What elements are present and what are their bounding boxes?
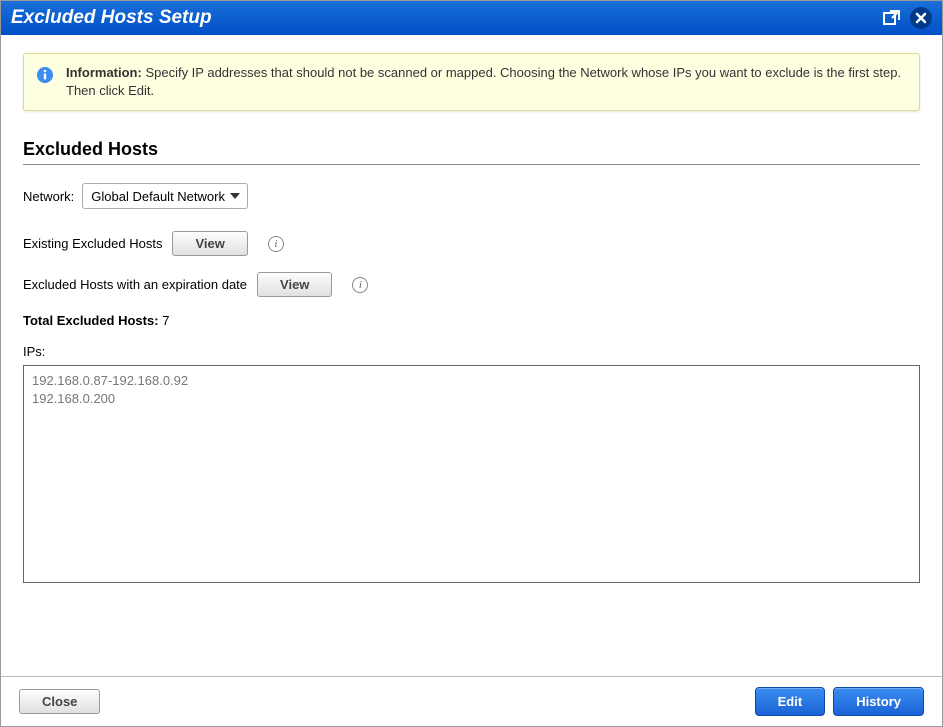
info-body: Specify IP addresses that should not be … — [66, 65, 901, 98]
close-button[interactable]: Close — [19, 689, 100, 714]
view-expiration-button[interactable]: View — [257, 272, 332, 297]
help-icon[interactable]: i — [352, 277, 368, 293]
total-label: Total Excluded Hosts: — [23, 313, 159, 328]
ips-textarea[interactable] — [23, 365, 920, 583]
network-select[interactable]: Global Default Network — [82, 183, 248, 209]
help-icon[interactable]: i — [268, 236, 284, 252]
info-text: Information: Specify IP addresses that s… — [66, 64, 907, 100]
existing-row: Existing Excluded Hosts View i — [23, 231, 920, 256]
network-row: Network: Global Default Network — [23, 183, 920, 209]
footer-right: Edit History — [755, 687, 924, 716]
network-label: Network: — [23, 189, 74, 204]
view-existing-button[interactable]: View — [172, 231, 247, 256]
history-button[interactable]: History — [833, 687, 924, 716]
titlebar: Excluded Hosts Setup — [1, 1, 942, 35]
ips-label: IPs: — [23, 344, 920, 359]
titlebar-actions — [882, 7, 932, 29]
edit-button[interactable]: Edit — [755, 687, 826, 716]
dialog-content: Information: Specify IP addresses that s… — [1, 35, 942, 676]
expiration-label: Excluded Hosts with an expiration date — [23, 277, 247, 292]
info-icon — [36, 64, 54, 87]
popout-icon[interactable] — [882, 8, 902, 28]
close-icon[interactable] — [910, 7, 932, 29]
section-heading: Excluded Hosts — [23, 139, 920, 165]
dialog-footer: Close Edit History — [1, 676, 942, 726]
info-label: Information: — [66, 65, 142, 80]
expiration-row: Excluded Hosts with an expiration date V… — [23, 272, 920, 297]
existing-label: Existing Excluded Hosts — [23, 236, 162, 251]
dialog-title: Excluded Hosts Setup — [11, 7, 212, 29]
dialog: Excluded Hosts Setup Information: Specif… — [0, 0, 943, 727]
total-row: Total Excluded Hosts: 7 — [23, 313, 920, 328]
total-value: 7 — [162, 313, 169, 328]
info-box: Information: Specify IP addresses that s… — [23, 53, 920, 111]
